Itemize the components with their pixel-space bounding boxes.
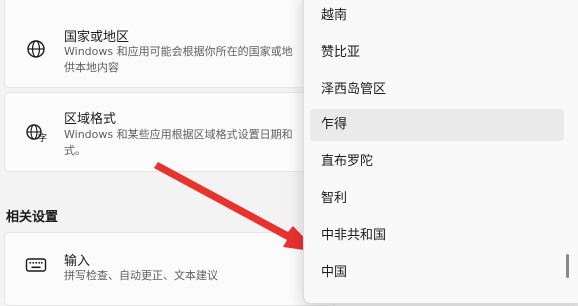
regional-format-card[interactable]: 字 区域格式 Windows 和某些应用根据区域格式设置日期和 式。 — [4, 92, 336, 172]
country-dropdown-list[interactable]: 越南 赞比亚 泽西岛管区 乍得 直布罗陀 智利 中非共和国 中国 — [303, 0, 578, 304]
option-gibraltar[interactable]: 直布罗陀 — [310, 146, 564, 178]
country-region-desc-line1: Windows 和应用可能会根据你所在的国家或地 — [64, 45, 293, 58]
input-card[interactable]: 输入 拼写检查、自动更正、文本建议 — [4, 232, 336, 306]
input-desc: 拼写检查、自动更正、文本建议 — [64, 269, 218, 282]
input-title: 输入 — [64, 254, 91, 269]
regional-format-title: 区域格式 — [64, 112, 117, 127]
option-china[interactable]: 中国 — [310, 257, 564, 289]
dropdown-scrollbar[interactable] — [566, 254, 569, 278]
svg-text:字: 字 — [38, 132, 47, 143]
option-central-african-republic[interactable]: 中非共和国 — [310, 220, 564, 252]
option-zambia[interactable]: 赞比亚 — [310, 37, 564, 69]
option-chile[interactable]: 智利 — [310, 183, 564, 215]
regional-format-desc-line1: Windows 和某些应用根据区域格式设置日期和 — [64, 128, 293, 141]
country-region-title: 国家或地区 — [64, 30, 130, 45]
option-chad[interactable]: 乍得 — [310, 109, 564, 141]
region-format-icon: 字 — [26, 124, 47, 143]
country-region-desc-line2: 供本地内容 — [64, 61, 119, 74]
regional-format-desc-line2: 式。 — [64, 144, 86, 157]
related-settings-heading: 相关设置 — [6, 210, 59, 225]
option-jersey[interactable]: 泽西岛管区 — [310, 74, 564, 106]
country-region-card[interactable]: 国家或地区 Windows 和应用可能会根据你所在的国家或地 供本地内容 — [4, 0, 336, 88]
globe-icon — [27, 40, 45, 58]
option-vietnam[interactable]: 越南 — [310, 0, 564, 32]
keyboard-icon — [25, 258, 47, 272]
